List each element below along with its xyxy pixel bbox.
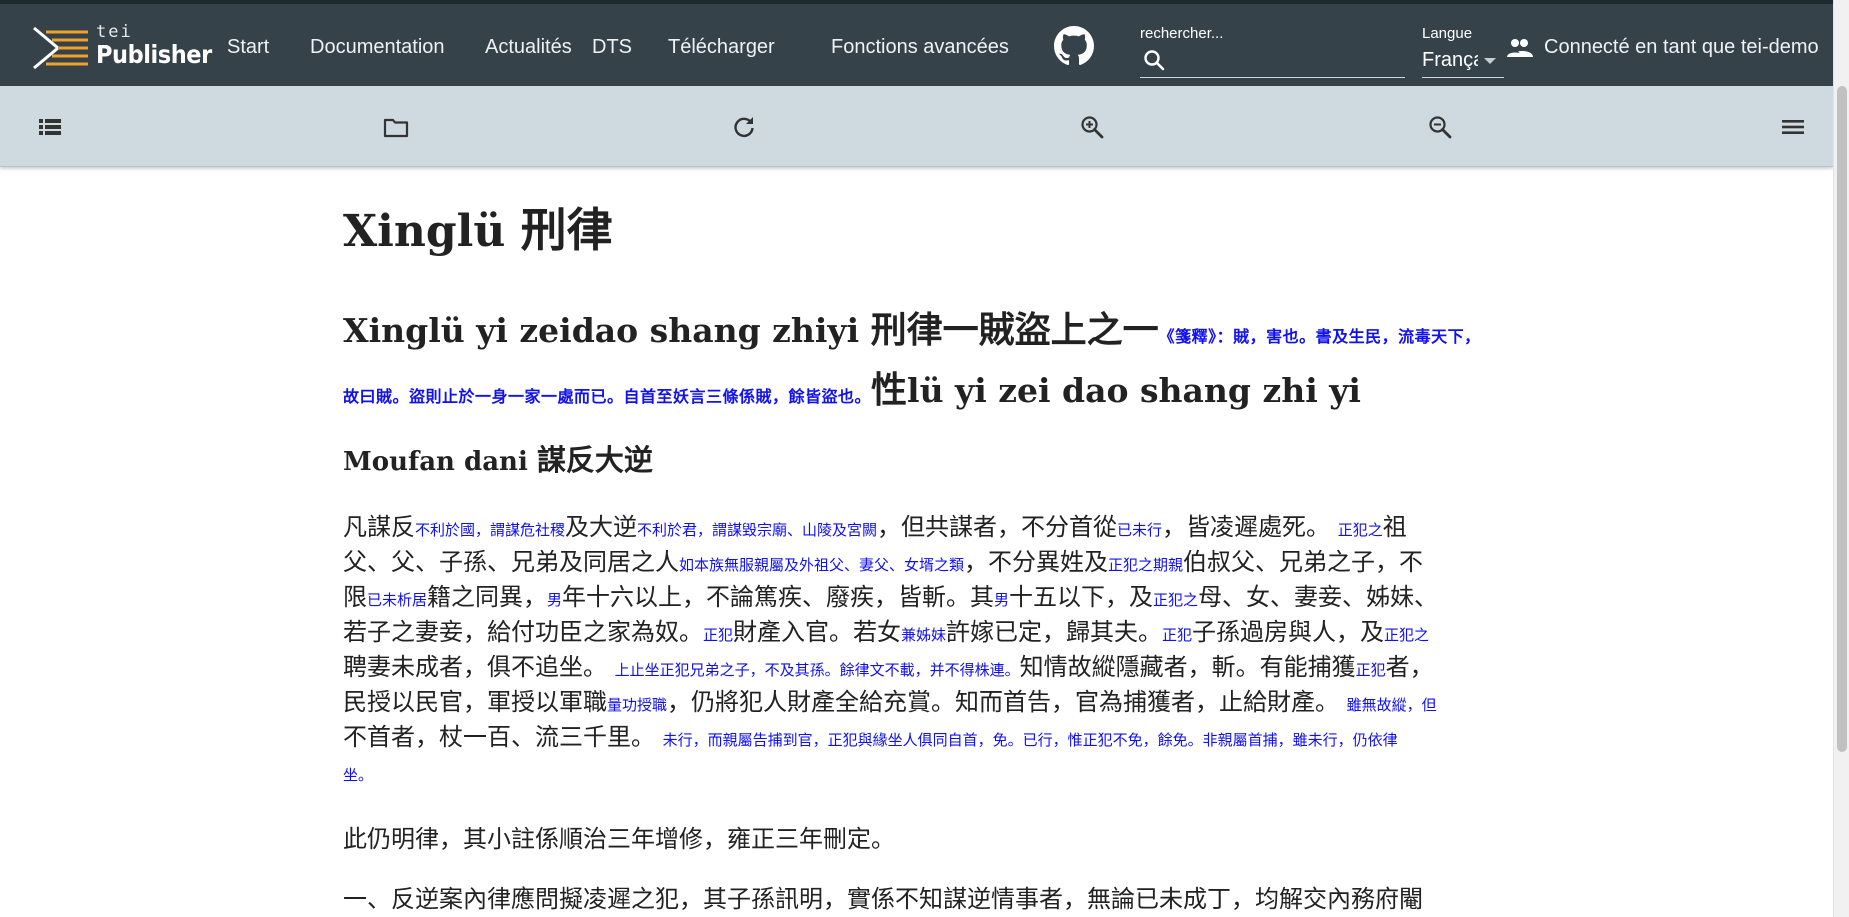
scrollbar[interactable] <box>1833 0 1849 917</box>
text-run: 不首者，杖一百、流三千里。 <box>343 723 655 751</box>
text-run: 限 <box>343 583 367 611</box>
text-run: 籍之同異， <box>427 583 548 611</box>
text-run: 民授以民官，軍授以軍職 <box>343 688 607 716</box>
text-run: ，但共謀者，不分首從 <box>877 513 1118 541</box>
annotation-note: 已未析居 <box>367 591 428 609</box>
paragraph-3: 一、反逆案內律應問擬凌遲之犯，其子孫訊明，實係不知謀逆情事者，無論已未成丁，均解… <box>343 885 1423 913</box>
annotation-note: 男 <box>547 591 563 609</box>
language-value: Français <box>1422 49 1478 71</box>
subsection-title-cjk: 謀反大逆 <box>536 443 653 477</box>
text-run: 十五以下，及 <box>1009 583 1154 611</box>
search-field[interactable]: rechercher... <box>1140 22 1405 78</box>
login-status-text: Connecté en tant que tei-demo <box>1544 36 1819 58</box>
text-line: 凡謀反不利於國，謂謀危社稷及大逆不利於君，謂謀毀宗廟、山陵及宮闕，但共謀者，不分… <box>343 510 1407 545</box>
paragraph-2: 此仍明律，其小註係順治三年增修，雍正三年刪定。 <box>343 825 895 853</box>
search-placeholder: rechercher... <box>1140 25 1224 42</box>
section-title-cjk-2: 性 <box>871 370 908 411</box>
annotation-note: 正犯之 <box>1337 521 1383 539</box>
annotation-note: 男 <box>994 591 1010 609</box>
annotation-note: 雖無故縱，但 <box>1346 696 1437 714</box>
section-title: Xinglü yi zeidao shang zhiyi 刑律一賊盜上之一《箋釋… <box>343 304 1495 424</box>
text-run: 及大逆 <box>565 513 638 541</box>
logo-publisher-text: Publisher <box>96 40 212 69</box>
text-line: 父、父、子孫、兄弟及同居之人如本族無服親屬及外祖父、妻父、女壻之類，不分異姓及正… <box>343 545 1423 580</box>
annotation-note: 如本族無服親屬及外祖父、妻父、女壻之類 <box>679 556 965 574</box>
text-run: 年十六以上，不論篤疾、廢疾，皆斬。其 <box>562 583 995 611</box>
zoom-in-icon[interactable] <box>1078 113 1106 141</box>
annotation-note: 正犯 <box>1355 661 1386 679</box>
text-run: 者， <box>1385 653 1434 681</box>
text-run: 子孫過房與人，及 <box>1192 618 1385 646</box>
zoom-out-icon[interactable] <box>1426 113 1454 141</box>
text-line: 民授以民官，軍授以軍職量功授職，仍將犯人財產全給充賞。知而首告，官為捕獲者，止給… <box>343 685 1437 720</box>
section-title-latin-2: lü yi zei dao shang zhi yi <box>907 371 1361 410</box>
github-icon[interactable] <box>1054 26 1094 66</box>
nav-dts[interactable]: DTS <box>592 36 632 59</box>
annotation-note: 正犯 <box>703 626 734 644</box>
nav-start[interactable]: Start <box>227 36 269 59</box>
nav-actualites[interactable]: Actualités <box>485 36 572 59</box>
logo-tei-text: tei <box>96 22 133 42</box>
annotation-note: 正犯之 <box>1153 591 1199 609</box>
text-run: 母、女、妻妾、姊妹、 <box>1198 583 1439 611</box>
toc-icon[interactable] <box>36 113 64 141</box>
document-title-cjk: 刑律 <box>520 203 613 257</box>
text-run: 若子之妻妾，給付功臣之家為奴。 <box>343 618 703 646</box>
scrollbar-thumb[interactable] <box>1837 86 1847 752</box>
nav-documentation[interactable]: Documentation <box>310 36 445 59</box>
text-line: 不首者，杖一百、流三千里。 未行，而親屬告捕到官，正犯與緣坐人俱同自首，免。已行… <box>343 720 1398 755</box>
annotation-note: 正犯之 <box>1384 626 1430 644</box>
people-icon <box>1507 39 1533 57</box>
refresh-icon[interactable] <box>730 113 758 141</box>
annotation-note: 已未行 <box>1117 521 1163 539</box>
subsection-title: Moufan dani 謀反大逆 <box>343 440 653 482</box>
text-run: ，皆凌遲處死。 <box>1162 513 1331 541</box>
text-run: 祖 <box>1382 513 1407 541</box>
annotation-note: 不利於君，謂謀毀宗廟、山陵及宮闕 <box>637 521 878 539</box>
annotation-note: 未行，而親屬告捕到官，正犯與緣坐人俱同自首，免。已行，惟正犯不免，餘免。非親屬首… <box>662 731 1398 749</box>
annotation-note: 坐。 <box>343 766 374 784</box>
annotation-note: 上止坐正犯兄弟之子，不及其孫。餘律文不載，并不得株連。 <box>614 661 1020 679</box>
search-icon[interactable] <box>1142 48 1166 72</box>
section-title-cjk: 刑律一賊盜上之一 <box>870 310 1159 351</box>
language-select[interactable]: Langue Français <box>1422 22 1504 78</box>
text-line: 坐。 <box>343 755 373 790</box>
nav-fonctions-avancees[interactable]: Fonctions avancées <box>831 36 1009 59</box>
text-run: 父、父、子孫、兄弟及同居之人 <box>343 548 679 576</box>
text-run: ，仍將犯人財產全給充賞。知而首告，官為捕獲者，止給財產。 <box>667 688 1340 716</box>
annotation-note: 量功授職 <box>607 696 668 714</box>
chevron-down-icon <box>1484 58 1496 64</box>
annotation-note: 正犯之期親 <box>1108 556 1184 574</box>
nav-telecharger[interactable]: Télécharger <box>668 36 775 59</box>
annotation-note: 不利於國，謂謀危社稷 <box>415 521 566 539</box>
document-title-latin: Xinglü <box>343 206 521 257</box>
document-title: Xinglü 刑律 <box>343 202 613 260</box>
section-title-latin: Xinglü yi zeidao shang zhiyi <box>343 311 871 350</box>
language-label: Langue <box>1422 25 1473 42</box>
text-line: 若子之妻妾，給付功臣之家為奴。正犯財產入官。若女兼姊妹許嫁已定，歸其夫。正犯子孫… <box>343 615 1429 650</box>
text-run: ，不分異姓及 <box>964 548 1109 576</box>
text-line: 限已未析居籍之同異，男年十六以上，不論篤疾、廢疾，皆斬。其男十五以下，及正犯之母… <box>343 580 1438 615</box>
text-run: 凡謀反 <box>343 513 415 541</box>
document-toolbar <box>0 86 1833 167</box>
folder-icon[interactable] <box>382 113 410 141</box>
annotation-note: 兼姊妹 <box>901 626 947 644</box>
menu-icon[interactable] <box>1779 113 1807 141</box>
text-run: 聘妻未成者，俱不追坐。 <box>343 653 607 681</box>
logo-mark-icon <box>33 26 88 70</box>
tei-publisher-logo[interactable]: tei Publisher <box>32 22 212 74</box>
text-run: 知情故縱隱藏者，斬。有能捕獲 <box>1019 653 1356 681</box>
annotation-note: 正犯 <box>1162 626 1193 644</box>
text-run: 伯叔父、兄弟之子，不 <box>1183 548 1424 576</box>
subsection-title-latin: Moufan dani <box>343 447 537 477</box>
top-app-bar: tei Publisher Start Documentation Actual… <box>0 0 1833 86</box>
text-line: 聘妻未成者，俱不追坐。 上止坐正犯兄弟之子，不及其孫。餘律文不載，并不得株連。知… <box>343 650 1434 685</box>
text-run: 財產入官。若女 <box>733 618 902 646</box>
text-run: 許嫁已定，歸其夫。 <box>946 618 1163 646</box>
